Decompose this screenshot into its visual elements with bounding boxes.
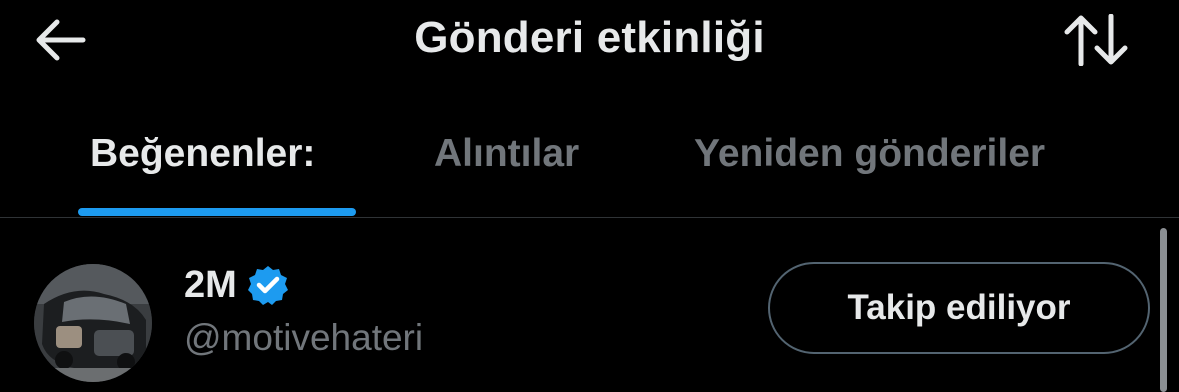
user-handle: @motivehateri bbox=[184, 317, 424, 358]
verified-badge-icon bbox=[247, 264, 289, 306]
avatar[interactable] bbox=[34, 264, 152, 382]
sort-arrows-icon bbox=[1064, 14, 1128, 66]
active-tab-indicator bbox=[78, 208, 356, 216]
following-button[interactable]: Takip ediliyor bbox=[768, 262, 1150, 354]
top-bar: Gönderi etkinliği bbox=[0, 0, 1179, 80]
avatar-image bbox=[34, 264, 152, 382]
user-list-item[interactable]: 2M @motivehateri Takip ediliyor bbox=[0, 218, 1179, 392]
tab-likes[interactable]: Beğenenler: bbox=[90, 128, 315, 218]
activity-tabs: Beğenenler: Alıntılar Yeniden gönderiler bbox=[0, 110, 1179, 218]
tab-reposts[interactable]: Yeniden gönderiler bbox=[694, 128, 1045, 218]
tab-quotes[interactable]: Alıntılar bbox=[434, 128, 579, 218]
display-name-row: 2M bbox=[184, 260, 289, 310]
tab-likes-label: Beğenenler: bbox=[90, 132, 316, 175]
display-name[interactable]: 2M bbox=[184, 264, 237, 307]
scrollbar[interactable] bbox=[1160, 228, 1167, 392]
tab-reposts-label: Yeniden gönderiler bbox=[694, 132, 1046, 175]
tab-quotes-label: Alıntılar bbox=[434, 132, 580, 175]
sort-button[interactable] bbox=[1058, 10, 1134, 70]
page-title: Gönderi etkinliği bbox=[414, 13, 765, 62]
following-button-label: Takip ediliyor bbox=[847, 288, 1071, 327]
